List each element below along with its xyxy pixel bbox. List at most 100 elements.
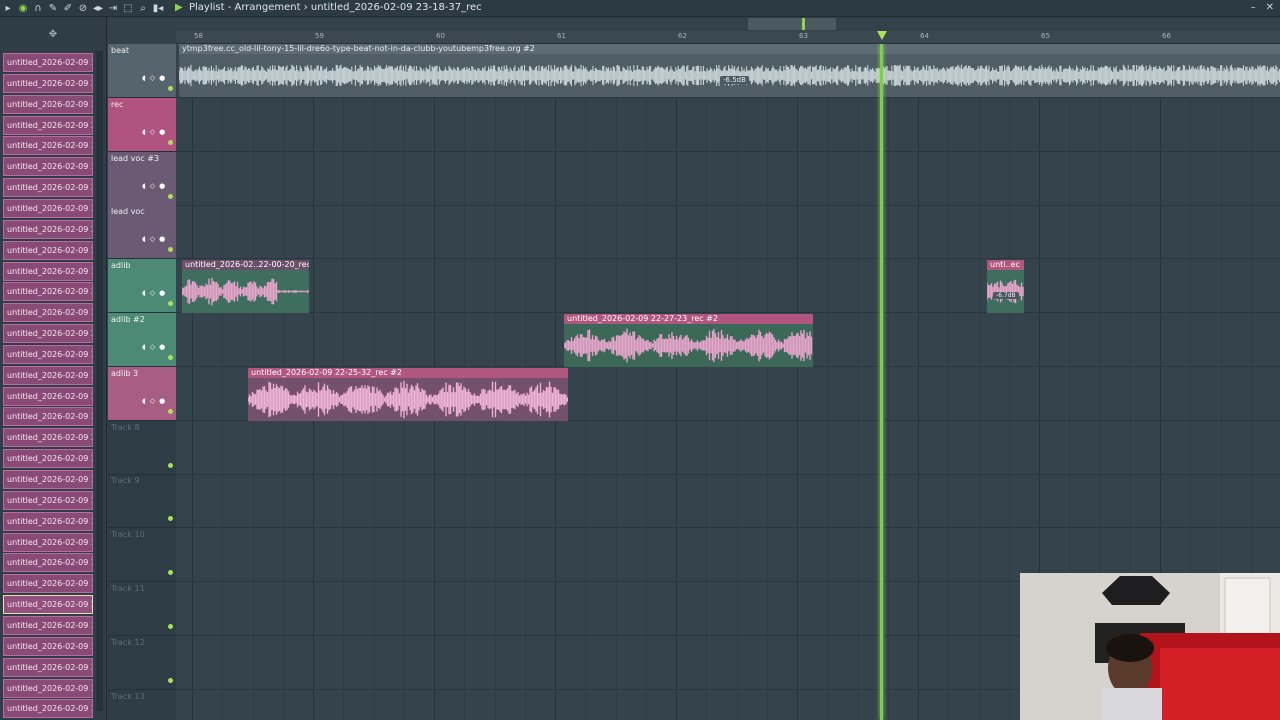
pan-icon[interactable]: ◇ xyxy=(150,289,155,297)
paint-icon[interactable]: ✐ xyxy=(61,1,75,15)
track-header[interactable]: Track 13 xyxy=(108,690,176,720)
browser-item[interactable]: untitled_2026-02-09 23-... xyxy=(3,490,93,510)
record-icon[interactable]: ◉ xyxy=(16,1,30,15)
arrow-icon[interactable]: ▸ xyxy=(1,1,15,15)
browser-item[interactable]: untitled_2026-02-09 23-... xyxy=(3,282,93,302)
track-lane[interactable] xyxy=(176,421,1280,475)
track-header[interactable]: beat ◖ ◇ ● xyxy=(108,44,176,98)
pan-icon[interactable]: ◇ xyxy=(150,397,155,405)
browser-item[interactable]: untitled_2026-02-09 23-... xyxy=(3,240,93,260)
browser-item[interactable]: untitled_2026-02-09 23-... xyxy=(3,303,93,323)
browser-item[interactable]: untitled_2026-02-09 23-... xyxy=(3,344,93,364)
horizontal-scrollbar[interactable] xyxy=(748,18,836,30)
mute-icon[interactable]: ◖ xyxy=(142,235,146,243)
playback-icon[interactable]: ▮◂ xyxy=(151,1,165,15)
mute-icon[interactable]: ◂▸ xyxy=(91,1,105,15)
track-led[interactable] xyxy=(168,570,173,576)
track-header[interactable]: Track 10 xyxy=(108,528,176,583)
solo-icon[interactable]: ● xyxy=(159,235,165,243)
track-lane[interactable] xyxy=(176,98,1280,152)
browser-item[interactable]: untitled_2026-02-09 23-... xyxy=(3,699,93,719)
browser-item[interactable]: untitled_2026-02-09 23-... xyxy=(3,615,93,635)
track-header[interactable]: adlib 3 ◖ ◇ ● xyxy=(108,366,176,421)
browser-item[interactable]: untitled_2026-02-09 23-... xyxy=(3,53,93,72)
track-lane[interactable] xyxy=(176,152,1280,206)
track-header[interactable]: lead voc #3 ◖ ◇ ● xyxy=(108,151,176,206)
track-led[interactable] xyxy=(168,193,173,199)
browser-item[interactable]: untitled_2026-02-09 23-... xyxy=(3,636,93,656)
solo-icon[interactable]: ● xyxy=(159,74,165,82)
browser-item[interactable]: untitled_2026-02-09 23-... xyxy=(3,511,93,531)
browser-item[interactable]: untitled_2026-02-09 23-... xyxy=(3,219,93,239)
pan-icon[interactable]: ◇ xyxy=(150,343,155,351)
track-header[interactable]: adlib #2 ◖ ◇ ● xyxy=(108,313,176,367)
solo-icon[interactable]: ● xyxy=(159,397,165,405)
browser-item[interactable]: untitled_2026-02-09 23-... xyxy=(3,157,93,177)
browser-item[interactable]: untitled_2026-02-09 23-... xyxy=(3,678,93,698)
zoom-icon[interactable]: ⌕ xyxy=(136,1,150,15)
track-led[interactable] xyxy=(168,355,173,360)
audio-clip-small[interactable]: unti..ec -6.7dB xyxy=(987,260,1024,313)
audio-clip-beat[interactable]: ytmp3free.cc_old-lil-tony-15-lil-dre6o-t… xyxy=(179,44,1280,97)
track-led[interactable] xyxy=(168,408,173,414)
pan-icon[interactable]: ◇ xyxy=(150,235,155,243)
browser-item[interactable]: untitled_2026-02-09 23-... xyxy=(3,407,93,427)
track-header[interactable]: Track 9 xyxy=(108,474,176,529)
track-led[interactable] xyxy=(168,139,173,145)
browser-item[interactable]: untitled_2026-02-09 23-... xyxy=(3,73,93,93)
pencil-icon[interactable]: ✎ xyxy=(46,1,60,15)
minimize-icon[interactable]: – xyxy=(1251,2,1256,13)
track-header[interactable]: lead voc ◖ ◇ ● xyxy=(108,205,176,260)
audio-clip-adlib-3[interactable]: untitled_2026-02-09 22-25-32_rec #2 xyxy=(248,368,568,421)
browser-item[interactable]: untitled_2026-02-09 23-... xyxy=(3,574,93,594)
track-header[interactable]: adlib ◖ ◇ ● xyxy=(108,259,176,314)
mute-icon[interactable]: ◖ xyxy=(142,289,146,297)
close-icon[interactable]: ✕ xyxy=(1266,2,1274,13)
browser-item[interactable]: untitled_2026-02-09 23-... xyxy=(3,428,93,448)
browser-item[interactable]: untitled_2026-02-09 23-... xyxy=(3,595,93,615)
mute-icon[interactable]: ◖ xyxy=(142,128,146,136)
browser-item[interactable]: untitled_2026-02-09 23-... xyxy=(3,470,93,489)
slip-icon[interactable]: ⇥ xyxy=(106,1,120,15)
track-header[interactable]: Track 12 xyxy=(108,636,176,690)
track-led[interactable] xyxy=(168,86,173,91)
browser-item[interactable]: untitled_2026-02-09 23-... xyxy=(3,324,93,344)
track-led[interactable] xyxy=(168,624,173,629)
track-led[interactable] xyxy=(168,247,173,253)
mute-icon[interactable]: ◖ xyxy=(142,397,146,405)
browser-item[interactable]: untitled_2026-02-09 23-... xyxy=(3,115,93,135)
solo-icon[interactable]: ● xyxy=(159,343,165,351)
browser-move-icon[interactable]: ✥ xyxy=(49,29,57,40)
browser-item[interactable]: untitled_2026-02-09 23-... xyxy=(3,657,93,677)
solo-icon[interactable]: ● xyxy=(159,289,165,297)
mute-icon[interactable]: ◖ xyxy=(142,343,146,351)
track-header[interactable]: Track 8 xyxy=(108,421,176,475)
browser-item[interactable]: untitled_2026-02-09 23-... xyxy=(3,532,93,552)
browser-item[interactable]: untitled_2026-02-09 23-... xyxy=(3,553,93,573)
delete-icon[interactable]: ⊘ xyxy=(76,1,90,15)
track-lane[interactable] xyxy=(176,474,1280,529)
magnet-icon[interactable]: ∩ xyxy=(31,1,45,15)
browser-item[interactable]: untitled_2026-02-09 23-... xyxy=(3,198,93,218)
solo-icon[interactable]: ● xyxy=(159,128,165,136)
browser-item[interactable]: untitled_2026-02-09 23-... xyxy=(3,261,93,281)
browser-item[interactable]: untitled_2026-02-09 23-... xyxy=(3,178,93,198)
browser-scrollbar[interactable] xyxy=(96,51,103,711)
audio-clip-adlib-2[interactable]: untitled_2026-02-09 22-27-23_rec #2 xyxy=(564,314,813,367)
track-led[interactable] xyxy=(168,301,173,307)
pan-icon[interactable]: ◇ xyxy=(150,182,155,190)
playhead-marker[interactable] xyxy=(877,31,887,40)
track-header[interactable]: Track 11 xyxy=(108,582,176,636)
mute-icon[interactable]: ◖ xyxy=(142,182,146,190)
track-lane[interactable] xyxy=(176,205,1280,260)
mute-icon[interactable]: ◖ xyxy=(142,74,146,82)
browser-item[interactable]: untitled_2026-02-09 23-... xyxy=(3,136,93,156)
select-icon[interactable]: ⬚ xyxy=(121,1,135,15)
track-header[interactable]: rec ◖ ◇ ● xyxy=(108,97,176,152)
pan-icon[interactable]: ◇ xyxy=(150,128,155,136)
track-led[interactable] xyxy=(168,677,173,683)
playhead-line[interactable] xyxy=(880,44,883,720)
browser-item[interactable]: untitled_2026-02-09 23-... xyxy=(3,365,93,385)
solo-icon[interactable]: ● xyxy=(159,182,165,190)
pan-icon[interactable]: ◇ xyxy=(150,74,155,82)
